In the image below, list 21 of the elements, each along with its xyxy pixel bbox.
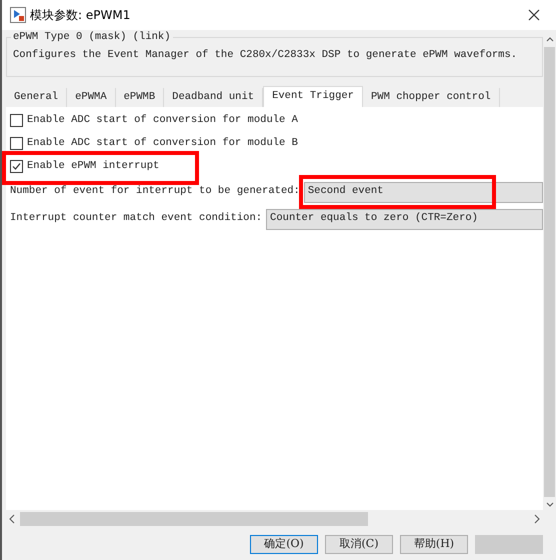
check-icon — [12, 162, 21, 171]
dropdown[interactable]: Counter equals to zero (CTR=Zero) — [266, 208, 543, 230]
field-label: Number of event for interrupt to be generated: — [10, 184, 300, 200]
dropdown[interactable]: Second event — [304, 182, 543, 202]
vertical-scrollbar-thumb[interactable] — [544, 47, 555, 497]
dialog-button[interactable]: 帮助(H) — [400, 534, 468, 554]
window-title: 模块参数: ePWM1 — [30, 7, 130, 24]
checkbox-label: Enable ADC start of conversion for module A — [27, 112, 298, 128]
description-text: Configures the Event Manager of the C280x/C2833x DSP to generate ePWM waveforms. — [13, 49, 518, 61]
field-label: Interrupt counter match event condition: — [10, 211, 262, 226]
dialog-button[interactable]: 取消(C) — [325, 534, 393, 554]
close-icon[interactable] — [528, 9, 540, 21]
checkbox-label: Enable ePWM interrupt — [27, 158, 160, 174]
app-icon — [10, 7, 26, 23]
checkbox[interactable] — [10, 160, 23, 173]
horizontal-scrollbar-thumb[interactable] — [20, 512, 368, 526]
checkbox[interactable] — [10, 137, 23, 150]
tab[interactable]: Event Trigger — [263, 86, 363, 107]
checkbox[interactable] — [10, 114, 23, 127]
checkbox-label: Enable ADC start of conversion for module B — [27, 136, 298, 151]
dialog-button[interactable]: 确定(O) — [250, 534, 318, 554]
